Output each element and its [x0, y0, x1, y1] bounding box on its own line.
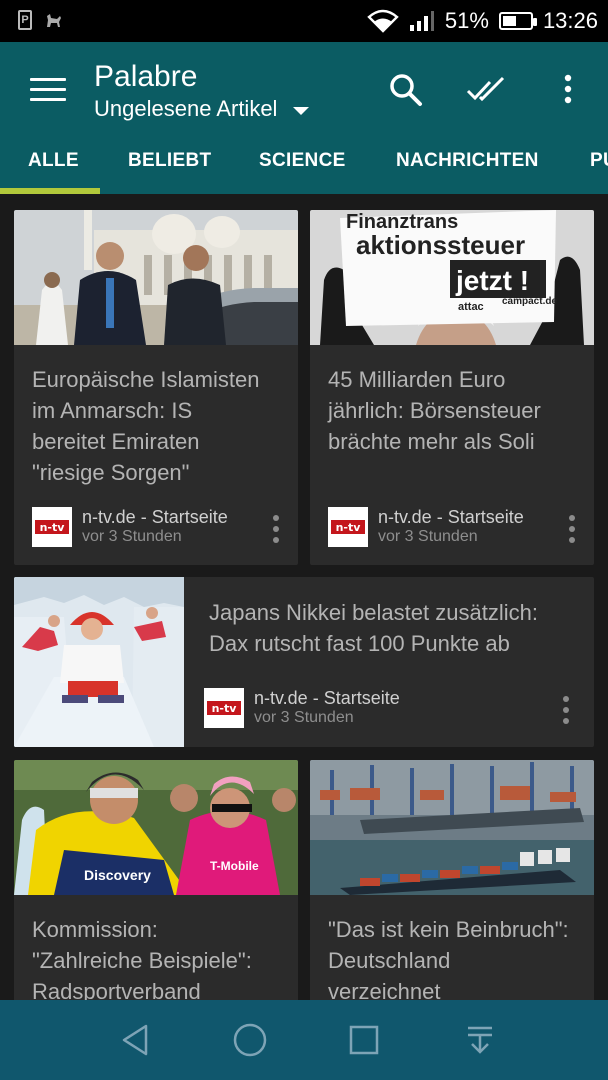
clock: 13:26	[542, 8, 598, 33]
navigation-bar	[0, 1000, 608, 1080]
home-icon[interactable]	[230, 1020, 270, 1060]
filter-dropdown-label: Ungelesene Artikel	[94, 96, 278, 121]
source-name: n-tv.de - Startseite	[82, 507, 228, 527]
article-headline: Kommission: "Zahlreiche Beispiele": Radspo…	[32, 917, 252, 1000]
tab-nachrichten[interactable]: NACHRICHTEN	[396, 150, 539, 172]
svg-text:attac: attac	[458, 301, 484, 313]
article-time: vor 3 Stunden	[254, 709, 354, 726]
article-thumbnail-image: Finanztrans aktionssteuer jetzt ! attac …	[310, 210, 594, 345]
article-menu-icon[interactable]	[562, 696, 570, 730]
article-thumbnail-image	[14, 210, 298, 345]
parking-notification-icon: P	[18, 10, 32, 30]
article-time: vor 3 Stunden	[82, 528, 182, 545]
article-headline: Europäische Islamisten im Anmarsch: IS ber…	[32, 367, 260, 485]
article-source: n-tv n-tv.de - Startseite vor 3 Stunden	[204, 688, 400, 728]
mark-all-read-icon[interactable]	[466, 70, 508, 110]
tab-pu[interactable]: PU	[590, 150, 608, 172]
svg-text:jetzt !: jetzt !	[455, 265, 529, 296]
battery-percent: 51%	[444, 8, 489, 33]
hamburger-menu-icon[interactable]	[30, 78, 66, 102]
tab-beliebt[interactable]: BELIEBT	[128, 150, 211, 172]
tab-alle[interactable]: ALLE	[28, 150, 79, 172]
svg-text:campact.de: campact.de	[502, 296, 557, 307]
source-logo: n-tv	[328, 507, 368, 547]
animal-notification-icon	[47, 14, 61, 27]
article-headline: Japans Nikkei belastet zusätzlich: Dax ru…	[209, 600, 538, 656]
source-name: n-tv.de - Startseite	[378, 507, 524, 527]
overflow-menu-icon[interactable]	[558, 70, 578, 110]
tab-science[interactable]: SCIENCE	[259, 150, 346, 172]
article-headline: "Das ist kein Beinbruch": Deutschland verz…	[328, 917, 569, 1000]
recent-apps-icon[interactable]	[344, 1020, 384, 1060]
article-menu-icon[interactable]	[272, 515, 280, 549]
article-headline: 45 Milliarden Euro jährlich: Börsensteuer…	[328, 367, 541, 454]
article-feed[interactable]: Europäische Islamisten im Anmarsch: IS ber…	[0, 194, 608, 1000]
search-icon[interactable]	[386, 70, 426, 110]
app-bar: Palabre Ungelesene Artikel ALLE BELIEBT …	[0, 42, 608, 194]
wifi-icon	[367, 9, 399, 33]
article-card[interactable]: Discovery T-Mobile Kommission: "Zahlreich…	[14, 760, 298, 1000]
article-thumbnail-image	[310, 760, 594, 895]
svg-text:T-Mobile: T-Mobile	[210, 859, 259, 873]
svg-text:aktionssteuer: aktionssteuer	[356, 230, 525, 260]
source-logo: n-tv	[32, 507, 72, 547]
article-card[interactable]: Japans Nikkei belastet zusätzlich: Dax ru…	[14, 577, 594, 747]
article-card[interactable]: Finanztrans aktionssteuer jetzt ! attac …	[310, 210, 594, 565]
article-menu-icon[interactable]	[568, 515, 576, 549]
article-source: n-tv n-tv.de - Startseite vor 3 Stunden	[328, 507, 524, 547]
article-time: vor 3 Stunden	[378, 528, 478, 545]
source-name: n-tv.de - Startseite	[254, 688, 400, 708]
notification-pulldown-icon[interactable]	[460, 1020, 500, 1060]
dropdown-caret-icon	[293, 107, 310, 115]
status-bar: P 51% 13:26	[0, 0, 608, 42]
article-thumbnail-image	[14, 577, 184, 747]
battery-icon	[498, 12, 537, 30]
filter-dropdown[interactable]: Ungelesene Artikel	[94, 96, 310, 122]
article-source: n-tv n-tv.de - Startseite vor 3 Stunden	[32, 507, 228, 547]
article-card[interactable]: "Das ist kein Beinbruch": Deutschland verz…	[310, 760, 594, 1000]
category-tabs: ALLE BELIEBT SCIENCE NACHRICHTEN PU	[0, 142, 608, 194]
svg-text:Discovery: Discovery	[84, 867, 151, 883]
source-logo: n-tv	[204, 688, 244, 728]
back-icon[interactable]	[116, 1020, 156, 1060]
app-title: Palabre	[94, 60, 198, 93]
signal-icon	[409, 11, 434, 31]
article-thumbnail-image: Discovery T-Mobile	[14, 760, 298, 895]
article-card[interactable]: Europäische Islamisten im Anmarsch: IS ber…	[14, 210, 298, 565]
